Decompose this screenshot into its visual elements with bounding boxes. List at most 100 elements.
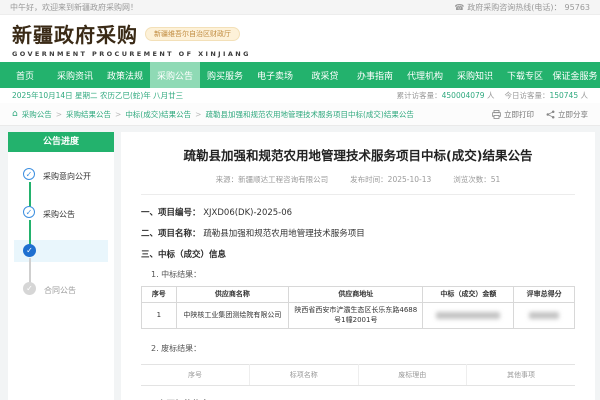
content-area: 公告进度 ✓ 采购意向公开 ✓ 采购公告 ✓ 结果公告 ✓ 合同公告 <box>0 126 600 400</box>
breadcrumb-separator: > <box>115 110 121 119</box>
table-header-row: 序号 供应商名称 供应商地址 中标（成交）金额 评审总得分 <box>142 286 575 302</box>
nav-item-deposit-service[interactable]: 保证金服务 <box>550 62 600 88</box>
logo-subtitle: GOVERNMENT PROCUREMENT OF XINJIANG <box>12 50 251 58</box>
col-header-no: 序号 <box>142 286 177 302</box>
breadcrumb-result-announcements[interactable]: 采购结果公告 <box>66 109 111 120</box>
share-label: 立即分享 <box>558 109 588 120</box>
phone-icon: ☎ <box>454 3 464 12</box>
total-visitors-value: 450004079 <box>442 91 485 100</box>
nav-item-procurement-loan[interactable]: 政采贷 <box>300 62 350 88</box>
col-header-address: 供应商地址 <box>289 286 423 302</box>
share-icon <box>546 110 555 119</box>
hotline-label: 政府采购咨询热线(电话)： <box>467 2 561 13</box>
top-utility-bar: 中午好，欢迎来到新疆政府采购网！ ☎ 政府采购咨询热线(电话)： 95763 <box>0 0 600 15</box>
cell-amount-redacted <box>423 303 514 329</box>
col-header-amount: 中标（成交）金额 <box>423 286 514 302</box>
nav-item-home[interactable]: 首页 <box>0 62 50 88</box>
section-project-name: 二、项目名称： 疏勒县加强和规范农用地管理技术服务项目 <box>141 227 575 239</box>
project-number-label: 一、项目编号： <box>141 208 201 218</box>
redacted-amount <box>436 312 500 319</box>
award-result-table: 序号 供应商名称 供应商地址 中标（成交）金额 评审总得分 1 中陕核工业集团测… <box>141 286 575 329</box>
article-meta: 来源：新疆顺达工程咨询有限公司 发布时间：2025-10-13 浏览次数：51 <box>141 174 575 185</box>
logo-title: 新疆政府采购 <box>12 19 138 48</box>
progress-step-result[interactable]: ✓ 结果公告 <box>8 244 114 282</box>
source-value: 新疆顺达工程咨询有限公司 <box>238 175 328 184</box>
redacted-score <box>529 312 559 319</box>
nav-item-news[interactable]: 采购资讯 <box>50 62 100 88</box>
rejected-result-table: 序号 标项名称 废标理由 其他事项 <box>141 364 575 386</box>
section-project-number: 一、项目编号： XJXD06(DK)-2025-06 <box>141 206 575 218</box>
check-icon: ✓ <box>23 244 36 257</box>
breadcrumb-announcements[interactable]: 采购公告 <box>22 109 52 120</box>
main-nav: 首页 采购资讯 政策法规 采购公告 购买服务 电子卖场 政采贷 办事指南 代理机… <box>0 62 600 88</box>
breadcrumb-award-result[interactable]: 中标(成交)结果公告 <box>125 109 191 120</box>
announcement-article: 疏勒县加强和规范农用地管理技术服务项目中标(成交)结果公告 来源：新疆顺达工程咨… <box>121 132 595 400</box>
site-logo[interactable]: 新疆政府采购 新疆维吾尔自治区财政厅 GOVERNMENT PROCUREMEN… <box>12 19 251 58</box>
print-button[interactable]: 立即打印 <box>492 109 534 120</box>
project-name-label: 二、项目名称： <box>141 229 201 239</box>
step-connector <box>29 258 31 284</box>
cell-supplier: 中陕核工业集团测绘院有限公司 <box>176 303 289 329</box>
print-icon <box>492 110 501 119</box>
info-bar: 2025年10月14日 星期二 农历乙巳(蛇)年 八月廿三 累计访客量：4500… <box>0 88 600 103</box>
col-header-reject-reason: 废标理由 <box>358 365 467 386</box>
publish-date-label: 发布时间： <box>350 175 388 184</box>
rejected-result-subheading: 2. 废标结果： <box>151 343 575 354</box>
current-date: 2025年10月14日 星期二 农历乙巳(蛇)年 八月廿三 <box>12 90 183 101</box>
publish-date-value: 2025-10-13 <box>388 175 432 184</box>
nav-item-purchase-services[interactable]: 购买服务 <box>200 62 250 88</box>
nav-item-policies[interactable]: 政策法规 <box>100 62 150 88</box>
site-header: 新疆政府采购 新疆维吾尔自治区财政厅 GOVERNMENT PROCUREMEN… <box>0 15 600 62</box>
views-value: 51 <box>491 175 501 184</box>
step-connector <box>29 220 31 246</box>
col-header-supplier: 供应商名称 <box>176 286 289 302</box>
breadcrumb-separator: > <box>56 110 62 119</box>
today-visitors-value: 150745 <box>549 91 578 100</box>
check-icon: ✓ <box>23 168 35 180</box>
hotline-number: 95763 <box>565 3 590 12</box>
project-number-value: XJXD06(DK)-2025-06 <box>203 208 292 218</box>
award-result-subheading: 1. 中标结果： <box>151 269 575 280</box>
progress-step-intention[interactable]: ✓ 采购意向公开 <box>8 168 114 206</box>
home-icon[interactable]: ⌂ <box>12 109 18 119</box>
total-visitors-label: 累计访客量： <box>397 91 442 100</box>
article-title: 疏勒县加强和规范农用地管理技术服务项目中标(成交)结果公告 <box>141 148 575 165</box>
total-visitors-unit: 人 <box>487 91 495 100</box>
award-info-heading: 三、中标（成交）信息 <box>141 250 226 260</box>
greeting-text: 中午好，欢迎来到新疆政府采购网！ <box>10 2 138 13</box>
col-header-no: 序号 <box>141 365 250 386</box>
cell-no: 1 <box>142 303 177 329</box>
section-award-info: 三、中标（成交）信息 <box>141 248 575 260</box>
check-icon: ✓ <box>23 282 36 295</box>
col-header-lot-name: 标项名称 <box>250 365 359 386</box>
check-icon: ✓ <box>23 206 35 218</box>
project-name-value: 疏勒县加强和规范农用地管理技术服务项目 <box>203 229 365 239</box>
progress-step-announcement[interactable]: ✓ 采购公告 <box>8 206 114 244</box>
nav-item-knowledge[interactable]: 采购知识 <box>450 62 500 88</box>
col-header-other: 其他事项 <box>467 365 576 386</box>
finance-dept-badge: 新疆维吾尔自治区财政厅 <box>145 27 240 41</box>
breadcrumb: ⌂ 采购公告 > 采购结果公告 > 中标(成交)结果公告 > 疏勒县加强和规范农… <box>0 103 600 126</box>
step-connector <box>29 182 31 208</box>
source-label: 来源： <box>216 175 239 184</box>
today-visitors-label: 今日访客量： <box>504 91 549 100</box>
today-visitors-unit: 人 <box>581 91 589 100</box>
col-header-score: 评审总得分 <box>514 286 575 302</box>
nav-item-guide[interactable]: 办事指南 <box>350 62 400 88</box>
cell-address: 陕西省西安市浐灞生态区长乐东路4688号1幢2001号 <box>289 303 423 329</box>
progress-panel-title: 公告进度 <box>8 132 114 152</box>
breadcrumb-current-page: 疏勒县加强和规范农用地管理技术服务项目中标(成交)结果公告 <box>205 109 413 120</box>
breadcrumb-separator: > <box>195 110 201 119</box>
print-label: 立即打印 <box>504 109 534 120</box>
nav-item-agencies[interactable]: 代理机构 <box>400 62 450 88</box>
announcement-progress-panel: 公告进度 ✓ 采购意向公开 ✓ 采购公告 ✓ 结果公告 ✓ 合同公告 <box>8 132 114 400</box>
nav-item-e-mall[interactable]: 电子卖场 <box>250 62 300 88</box>
nav-item-announcements[interactable]: 采购公告 <box>150 62 200 88</box>
divider <box>141 194 575 195</box>
views-label: 浏览次数： <box>453 175 491 184</box>
nav-item-downloads[interactable]: 下载专区 <box>500 62 550 88</box>
table-header-row: 序号 标项名称 废标理由 其他事项 <box>141 365 575 386</box>
cell-score-redacted <box>514 303 575 329</box>
progress-step-contract[interactable]: ✓ 合同公告 <box>8 282 114 320</box>
share-button[interactable]: 立即分享 <box>546 109 588 120</box>
